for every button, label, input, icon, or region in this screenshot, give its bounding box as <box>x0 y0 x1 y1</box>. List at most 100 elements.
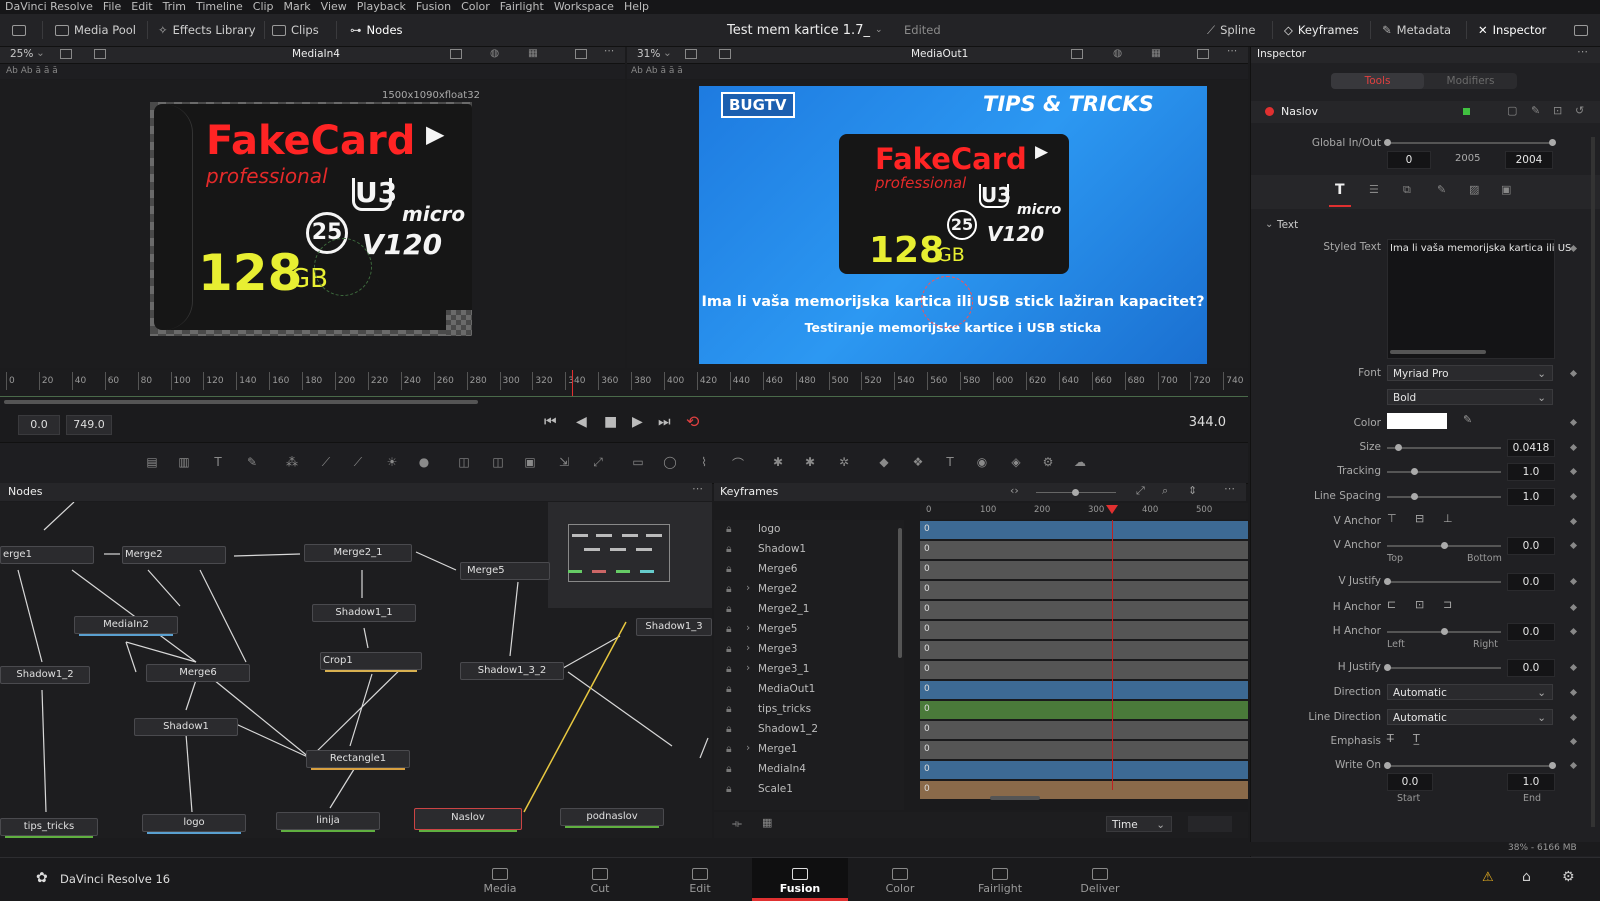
kf-track-shadow1-2[interactable]: 🔒︎ Shadow1_2 <box>714 720 904 740</box>
settings-tab-icon[interactable]: ▣ <box>1501 183 1511 196</box>
time-ruler[interactable]: 0 20 40 60 80 100 120 140 160 180 200 220 240 260 280 3… <box>0 370 1248 397</box>
play-forward-icon[interactable]: ▶ <box>632 414 643 430</box>
node-mediain2[interactable]: MediaIn2 <box>74 616 178 636</box>
slider-knob[interactable] <box>1549 762 1556 769</box>
write-on-end-field[interactable]: 1.0 <box>1507 773 1555 791</box>
light-tool-icon[interactable]: ☁ <box>1072 455 1088 469</box>
chevron-down-icon[interactable]: ⌄ <box>36 47 45 59</box>
menu-edit[interactable]: Edit <box>126 0 157 14</box>
chevron-right-icon[interactable]: › <box>746 622 750 634</box>
keyframe-diamond-icon[interactable] <box>1569 713 1578 722</box>
reset-icon[interactable]: ↺ <box>1575 104 1584 117</box>
lock-icon[interactable]: 🔒︎ <box>726 543 732 556</box>
page-media[interactable]: Media <box>452 858 548 901</box>
node-editor[interactable]: erge1 Merge2 Merge2_1 Merge5 MediaIn2 Sh… <box>0 502 712 838</box>
ruler-playhead[interactable] <box>572 370 573 396</box>
text-tool-icon[interactable]: T <box>210 455 226 469</box>
keyframe-diamond-icon[interactable] <box>1569 577 1578 586</box>
effects-library-button[interactable]: ✧ Effects Library <box>158 14 256 46</box>
kf-track-merge1[interactable]: 🔒︎ › Merge1 <box>714 740 904 760</box>
render-end-field[interactable]: 749.0 <box>66 415 112 435</box>
kf-track-logo[interactable]: 🔒︎ logo <box>714 520 904 540</box>
v-justify-slider[interactable] <box>1384 578 1501 585</box>
more-options-icon[interactable]: ⋯ <box>1577 45 1588 58</box>
planar-tracker-icon[interactable]: ✱ <box>802 455 818 469</box>
kf-track-scale1[interactable]: 🔒︎ Scale1 <box>714 780 904 794</box>
tool-enable-icon[interactable] <box>1265 107 1274 116</box>
zoom-slider[interactable] <box>1036 489 1116 496</box>
keyframe-diamond-icon[interactable] <box>1569 517 1578 526</box>
lut-icon[interactable] <box>1197 49 1209 59</box>
slider-knob[interactable] <box>1384 762 1391 769</box>
keyframe-diamond-icon[interactable] <box>1569 627 1578 636</box>
metadata-button[interactable]: ✎ Metadata <box>1382 14 1451 46</box>
channel-tool-icon[interactable]: ◫ <box>490 455 506 469</box>
viewer-right[interactable]: BUGTV TIPS & TRICKS FakeCard ▶ professio… <box>627 80 1248 368</box>
v-anchor-field[interactable]: 0.0 <box>1507 537 1555 555</box>
viewer-left-zoom[interactable]: 25% <box>10 48 33 60</box>
lock-icon[interactable]: 🔒︎ <box>726 523 732 536</box>
paint-tool-icon[interactable]: ✎ <box>244 455 260 469</box>
nodes-button[interactable]: ⊶ Nodes <box>350 14 403 46</box>
tab-modifiers[interactable]: Modifiers <box>1424 73 1517 89</box>
chevron-down-icon[interactable]: ⌄ <box>1265 219 1273 230</box>
menu-clip[interactable]: Clip <box>248 0 279 14</box>
tab-tools[interactable]: Tools <box>1331 73 1424 89</box>
node-shadow1-3[interactable]: Shadow1_3 <box>636 618 712 636</box>
v-justify-field[interactable]: 0.0 <box>1507 573 1555 591</box>
slider-knob[interactable] <box>1441 542 1448 549</box>
minimap-viewport[interactable] <box>568 524 670 582</box>
particles-tool-icon[interactable]: ⁂ <box>284 455 300 469</box>
menu-fairlight[interactable]: Fairlight <box>495 0 549 14</box>
transform-tool-icon[interactable]: ⤢ <box>590 455 606 469</box>
lock-icon[interactable]: 🔒︎ <box>726 703 732 716</box>
sort-icon[interactable]: ⇕ <box>1188 484 1197 497</box>
imageplane3d-tool-icon[interactable]: ◈ <box>1008 455 1024 469</box>
split-icon[interactable]: ⟛ <box>732 817 742 831</box>
node-shadow1[interactable]: Shadow1 <box>134 718 238 736</box>
grid-icon[interactable]: ▦ <box>1151 47 1161 59</box>
keyframes-button[interactable]: ◇ Keyframes <box>1284 14 1359 46</box>
font-style-dropdown[interactable]: Bold ⌄ <box>1387 389 1553 405</box>
keyframe-diamond-icon[interactable] <box>1569 663 1578 672</box>
lock-icon[interactable]: 🔒︎ <box>726 783 732 794</box>
expand-icon[interactable]: ‹› <box>1010 484 1019 497</box>
warning-icon[interactable]: ⚠ <box>1482 870 1494 885</box>
h-justify-slider[interactable] <box>1384 664 1501 671</box>
page-deliver[interactable]: Deliver <box>1052 858 1148 901</box>
go-to-start-icon[interactable]: ⏮ <box>544 414 557 430</box>
lock-icon[interactable]: 🔒︎ <box>726 583 732 596</box>
align-left-icon[interactable]: ⊏ <box>1387 598 1396 611</box>
node-merge5[interactable]: Merge5 <box>460 562 550 580</box>
menu-view[interactable]: View <box>316 0 352 14</box>
keyframe-diamond-icon[interactable] <box>1569 492 1578 501</box>
brightness-tool-icon[interactable]: ☀ <box>384 455 400 469</box>
line-direction-dropdown[interactable]: Automatic ⌄ <box>1387 709 1553 725</box>
slider-knob[interactable] <box>1411 468 1418 475</box>
node-podnaslov[interactable]: podnaslov <box>560 808 664 828</box>
global-in-out-slider[interactable] <box>1384 139 1556 146</box>
page-color[interactable]: Color <box>852 858 948 901</box>
page-fairlight[interactable]: Fairlight <box>952 858 1048 901</box>
chevron-right-icon[interactable]: › <box>746 742 750 754</box>
view-option-icon[interactable] <box>685 49 697 59</box>
keyframe-diamond-icon[interactable] <box>1569 541 1578 550</box>
more-options-icon[interactable]: ⋯ <box>604 45 615 57</box>
kf-track-merge6[interactable]: 🔒︎ Merge6 <box>714 560 904 580</box>
lut-icon[interactable] <box>575 49 587 59</box>
tool-color-icon[interactable] <box>1463 108 1470 115</box>
tracker-tool-icon[interactable]: ✱ <box>770 455 786 469</box>
media-pool-button[interactable]: Media Pool <box>55 14 136 46</box>
tracking-field[interactable]: 1.0 <box>1507 463 1555 481</box>
lock-icon[interactable]: 🔒︎ <box>726 683 732 696</box>
render-start-field[interactable]: 0.0 <box>18 415 60 435</box>
merge3d-tool-icon[interactable]: ❖ <box>910 455 926 469</box>
align-bottom-icon[interactable]: ⊥ <box>1443 512 1453 525</box>
lock-icon[interactable]: 🔒︎ <box>726 603 732 616</box>
menu-file[interactable]: File <box>98 0 126 14</box>
menu-timeline[interactable]: Timeline <box>191 0 248 14</box>
kf-list-scrollbar[interactable] <box>898 528 902 658</box>
tracking-slider[interactable] <box>1387 468 1501 475</box>
fastnoise-tool-icon[interactable]: ▥ <box>176 455 192 469</box>
node-shadow1-2[interactable]: Shadow1_2 <box>0 666 90 684</box>
